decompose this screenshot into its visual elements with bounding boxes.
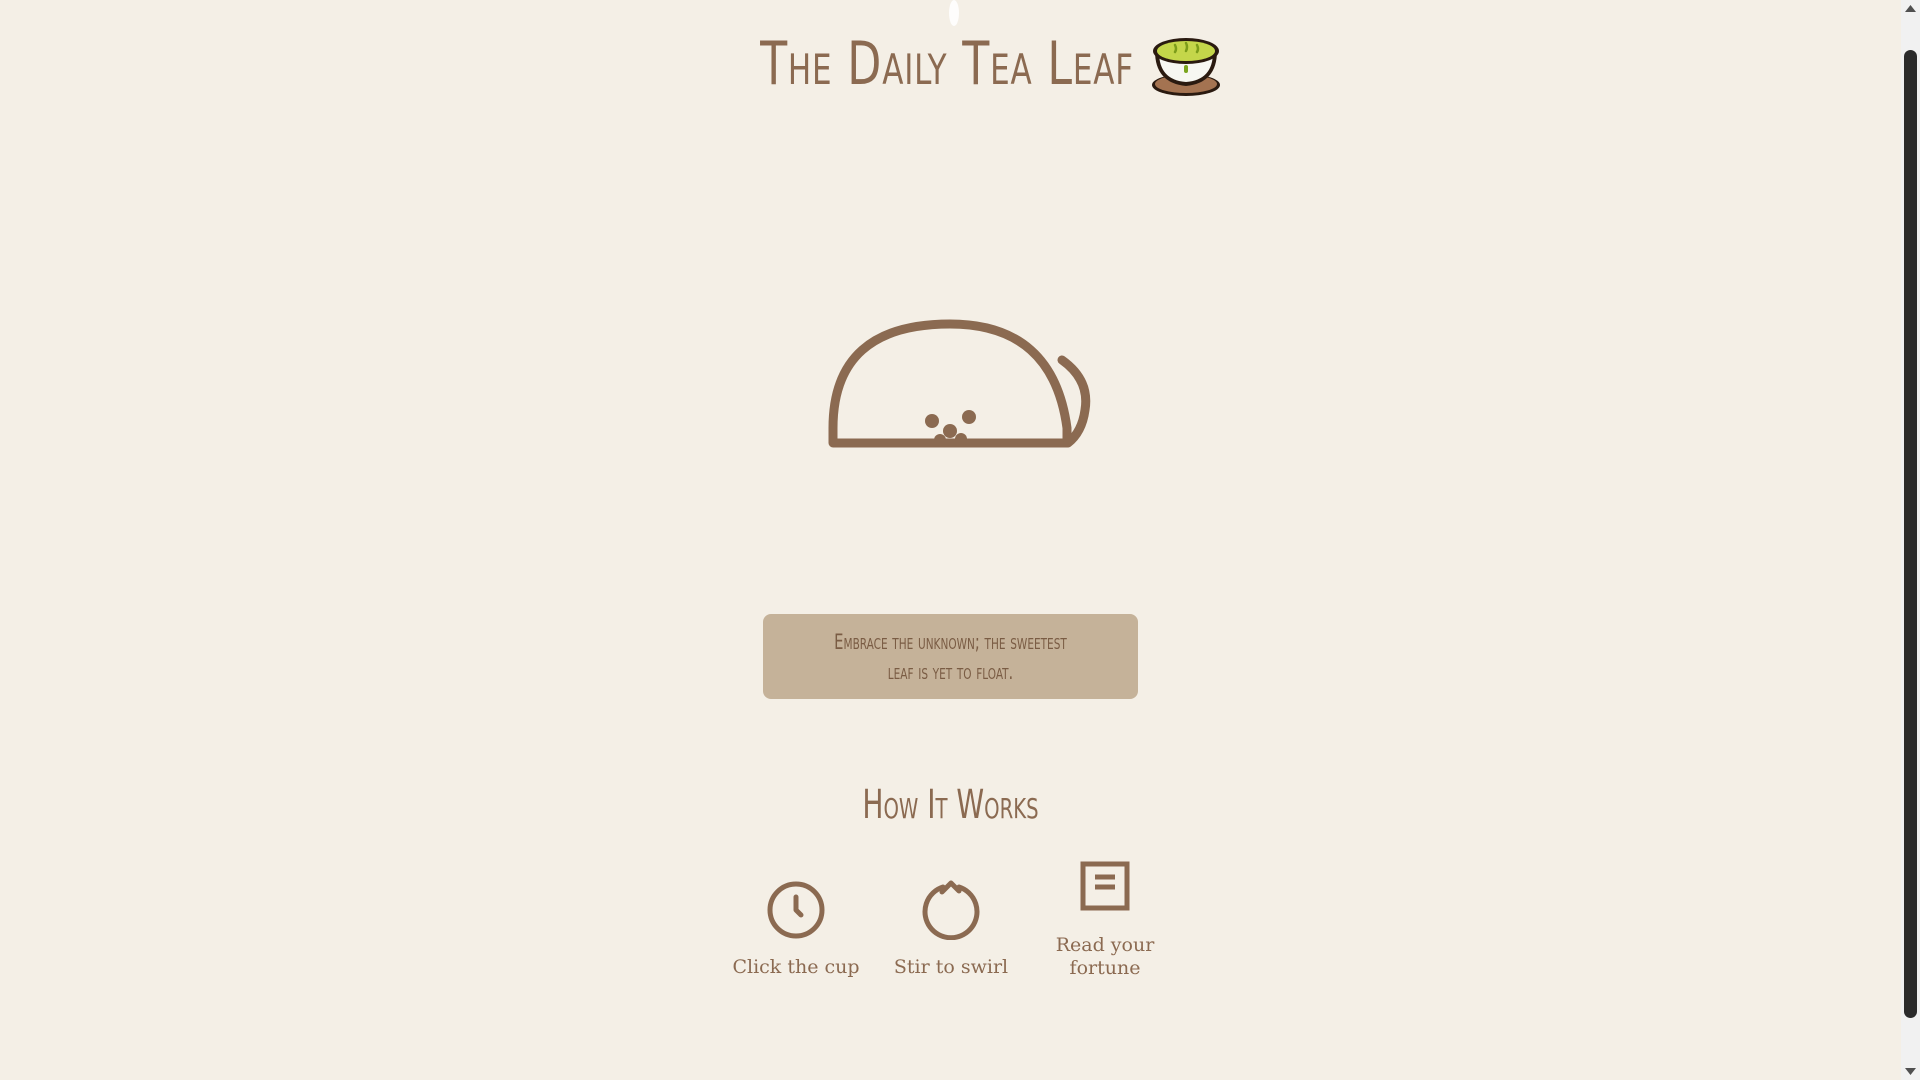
document-icon <box>1080 861 1130 911</box>
step-label: Read your fortune <box>1055 934 1155 979</box>
scroll-up-arrow-icon[interactable] <box>1901 0 1920 17</box>
scroll-down-arrow-icon[interactable] <box>1901 1063 1920 1080</box>
scroll-thumb[interactable] <box>1904 50 1917 1018</box>
how-it-works-title: How It Works <box>862 782 1039 828</box>
teacup-icon <box>828 319 1091 448</box>
fortune-box: Embrace the unknown; the sweetest leaf i… <box>763 614 1138 699</box>
step-label: Click the cup <box>732 956 860 978</box>
step-label: Stir to swirl <box>893 956 1009 978</box>
site-title: The Daily Tea Leaf <box>759 29 1134 99</box>
clock-icon <box>767 881 825 939</box>
steam-wisp <box>949 0 959 26</box>
step-read-fortune: Read your fortune <box>1030 860 1180 980</box>
step-click-cup: Click the cup <box>721 880 871 979</box>
header: The Daily Tea Leaf <box>0 26 1901 102</box>
rotate-icon <box>922 880 980 940</box>
green-tea-cup-icon <box>1152 38 1221 96</box>
teacup-button[interactable] <box>820 300 1100 460</box>
vertical-scrollbar[interactable] <box>1901 0 1920 1080</box>
fortune-text: Embrace the unknown; the sweetest leaf i… <box>834 629 1067 684</box>
step-stir: Stir to swirl <box>876 880 1026 979</box>
page: The Daily Tea Leaf Embrace the unknown; … <box>0 0 1901 1080</box>
